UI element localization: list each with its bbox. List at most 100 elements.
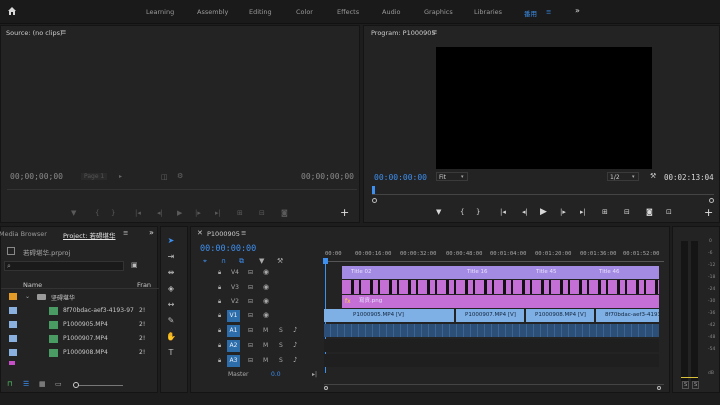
source-patch-a1[interactable]: A1 [227,325,240,337]
panel-menu-icon[interactable]: ≡ [241,229,246,237]
tab-media-browser[interactable]: Media Browser [0,230,47,238]
playhead[interactable] [372,186,375,194]
more-workspaces-icon[interactable]: » [575,6,580,15]
step-forward-icon[interactable]: |▸ [195,209,201,217]
solo-right-button[interactable]: S [692,381,700,389]
workspace-effects[interactable]: Effects [337,8,359,16]
program-timecode[interactable]: 00:00:00:00 [374,173,427,182]
lock-icon[interactable]: 🔒︎ [218,357,221,365]
list-item[interactable]: P1000907.MP4 2! [1,333,159,345]
disclosure-triangle-icon[interactable]: ⌄ [25,293,30,300]
search-input[interactable]: ⌕ [4,261,124,271]
list-view-icon[interactable]: ☰ [23,380,29,388]
track-select-tool-icon[interactable]: ⇥ [164,252,178,264]
sync-lock-icon[interactable]: ⊟ [248,327,253,334]
add-marker-icon[interactable]: ▼ [71,209,76,217]
add-marker-icon[interactable]: ▼ [436,208,441,216]
solo-button[interactable]: S [279,357,283,364]
workspace-audio[interactable]: Audio [382,8,400,16]
go-to-in-icon[interactable]: |◂ [135,209,141,217]
title-clip[interactable]: Title 02 [342,266,454,279]
title-clip[interactable]: Title 45 [527,266,585,279]
solo-button[interactable]: S [279,327,283,334]
sync-lock-icon[interactable]: ⊟ [248,284,253,291]
scroll-handle-left[interactable] [324,386,328,390]
step-back-icon[interactable]: ◂| [157,209,163,217]
more-panels-icon[interactable]: » [149,228,154,237]
linked-selection-icon[interactable]: ⧉ [239,257,244,266]
pen-tool-icon[interactable]: ✎ [164,316,178,328]
resolution-dropdown[interactable]: 1/2 ▾ [607,172,639,181]
eye-icon[interactable]: ◉ [263,268,269,276]
workspace-learning[interactable]: Learning [146,8,174,16]
source-patch-a3[interactable]: A3 [227,355,240,367]
zoom-handle-left[interactable] [372,198,377,203]
new-bin-icon[interactable]: ▣ [131,261,138,269]
nest-icon[interactable]: ⌖ [203,257,207,266]
tab-sequence[interactable]: P1000905 [207,230,240,238]
go-to-end-icon[interactable]: ▸| [312,371,317,378]
lock-icon[interactable]: 🔒︎ [218,298,221,306]
bin-row[interactable]: ⌄ 坚碍堪华 [1,291,159,303]
go-to-in-icon[interactable]: |◂ [500,208,506,216]
solo-button[interactable]: S [279,342,283,349]
video-clip[interactable]: P1000908.MP4 [V] [526,309,594,322]
eye-icon[interactable]: ◉ [263,311,269,319]
eye-icon[interactable]: ◉ [263,283,269,291]
add-marker-icon[interactable]: ▼ [259,257,264,265]
wrench-icon[interactable]: ⚙ [177,172,183,180]
workspace-assembly[interactable]: Assembly [197,8,228,16]
track-v3-clips[interactable] [342,280,659,294]
sync-lock-icon[interactable]: ⊟ [248,357,253,364]
video-clip[interactable] [324,309,344,322]
list-item[interactable]: P1000905.MP4 2! [1,319,159,331]
source-scrubber[interactable] [7,189,357,194]
video-clip[interactable]: 8f70bdac-aef3-4193-97 [596,309,659,322]
mute-button[interactable]: M [263,342,268,349]
zoom-slider[interactable] [75,385,123,386]
tab-project[interactable]: Project: 若碍堪华 [63,230,116,240]
mark-out-icon[interactable]: } [111,209,115,217]
play-icon[interactable]: ▶ [540,207,547,217]
camera-icon[interactable]: ◙ [281,209,288,217]
eye-icon[interactable]: ◉ [263,297,269,305]
column-frame-rate[interactable]: Fran [137,281,151,289]
panel-menu-icon[interactable]: ≡ [123,229,128,237]
insert-icon[interactable]: ⊞ [237,209,243,217]
zoom-handle-right[interactable] [709,198,714,203]
type-tool-icon[interactable]: T [164,348,178,360]
lock-icon[interactable]: 🔒︎ [218,269,221,277]
wrench-icon[interactable]: ⚒ [650,172,656,180]
selection-tool-icon[interactable]: ➤ [164,236,178,248]
lift-icon[interactable]: ⊞ [602,208,608,216]
master-volume-value[interactable]: 0.0 [271,371,281,378]
track-label[interactable]: V2 [231,298,239,305]
panel-menu-icon[interactable]: ≡ [61,28,66,36]
compare-icon[interactable]: ⊡ [666,208,672,216]
microphone-icon[interactable]: ♪ [293,341,297,349]
source-timecode[interactable]: 00;00;00;00 [10,172,63,181]
microphone-icon[interactable]: ♪ [293,356,297,364]
razor-tool-icon[interactable]: ◈ [164,284,178,296]
video-clip[interactable]: P1000907.MP4 [V] [456,309,524,322]
icon-view-icon[interactable]: ▦ [39,380,46,388]
column-name[interactable]: Name [23,281,42,289]
workspace-editing[interactable]: Editing [249,8,272,16]
hand-tool-icon[interactable]: ✋ [164,332,178,344]
solo-left-button[interactable]: S [682,381,690,389]
lock-icon[interactable]: 🔒︎ [218,327,221,335]
sync-lock-icon[interactable]: ⊟ [248,342,253,349]
image-clip[interactable]: fx 寫貢.png [342,295,659,308]
source-patch-a2[interactable]: A2 [227,340,240,352]
program-monitor-title[interactable]: Program: P1000905 [371,29,436,37]
workspace-graphics[interactable]: Graphics [424,8,453,16]
close-tab-icon[interactable]: ✕ [197,229,203,237]
settings-wrench-icon[interactable]: ◫ [161,173,168,181]
mute-button[interactable]: M [263,357,268,364]
step-back-icon[interactable]: ◂| [522,208,528,216]
ripple-edit-tool-icon[interactable]: ⇹ [164,268,178,280]
slip-tool-icon[interactable]: ↔ [164,300,178,312]
track-label[interactable]: V4 [231,269,239,276]
sync-lock-icon[interactable]: ⊟ [248,312,253,319]
add-button[interactable]: + [704,206,713,219]
